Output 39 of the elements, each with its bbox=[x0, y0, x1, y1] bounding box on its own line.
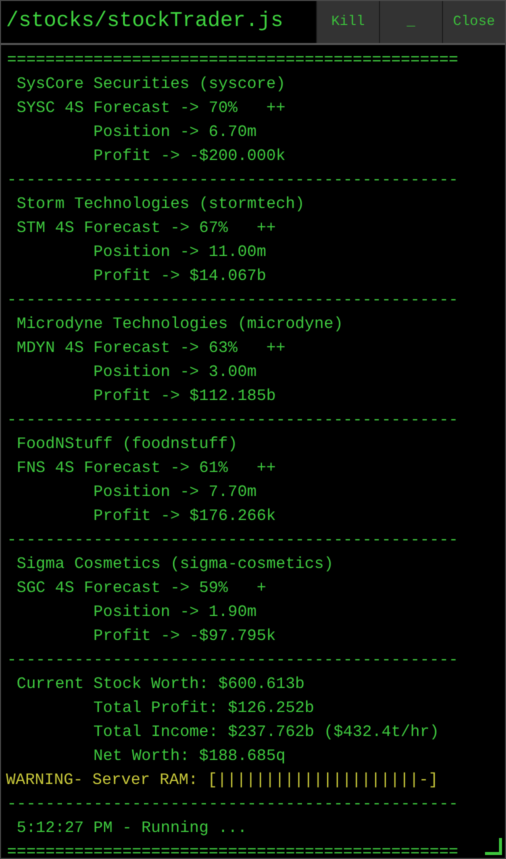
log-line: Profit -> -$200.000k bbox=[92, 146, 286, 167]
divider-line: ----------------------------------------------- bbox=[6, 530, 458, 551]
log-line: FNS 4S Forecast -> 61% ++ bbox=[16, 458, 276, 479]
window-title: /stocks/stockTrader.js bbox=[5, 9, 284, 35]
log-line: Position -> 11.00m bbox=[92, 242, 266, 263]
log-line: Total Income: $237.762b ($432.4t/hr) bbox=[92, 722, 440, 743]
minimize-button[interactable]: _ bbox=[379, 1, 442, 43]
divider-line: =============================================== bbox=[6, 842, 458, 859]
log-line: Storm Technologies (stormtech) bbox=[16, 194, 305, 215]
log-line: Current Stock Worth: $600.613b bbox=[16, 674, 305, 695]
log-line: MDYN 4S Forecast -> 63% ++ bbox=[16, 338, 286, 359]
log-line: 5:12:27 PM - Running ... bbox=[16, 818, 248, 839]
log-line: Microdyne Technologies (microdyne) bbox=[16, 314, 344, 335]
kill-button[interactable]: Kill bbox=[316, 1, 379, 43]
resize-handle[interactable] bbox=[485, 838, 502, 855]
log-line: SysCore Securities (syscore) bbox=[16, 74, 286, 95]
log-line: Profit -> $14.067b bbox=[92, 266, 266, 287]
divider-line: ----------------------------------------------- bbox=[6, 410, 458, 431]
log-line: Position -> 3.00m bbox=[92, 362, 257, 383]
divider-line: ----------------------------------------------- bbox=[6, 290, 458, 311]
divider-line: ----------------------------------------------- bbox=[6, 794, 458, 815]
log-line: Profit -> $112.185b bbox=[92, 386, 276, 407]
log-line: SGC 4S Forecast -> 59% + bbox=[16, 578, 266, 599]
divider-line: =============================================== bbox=[6, 50, 458, 71]
log-line: Position -> 6.70m bbox=[92, 122, 257, 143]
close-button[interactable]: Close bbox=[442, 1, 505, 43]
log-line: Profit -> -$97.795k bbox=[92, 626, 276, 647]
log-line: Position -> 1.90m bbox=[92, 602, 257, 623]
log-line: STM 4S Forecast -> 67% ++ bbox=[16, 218, 276, 239]
divider-line: ----------------------------------------------- bbox=[6, 650, 458, 671]
log-line: Total Profit: $126.252b bbox=[92, 698, 314, 719]
log-line: Position -> 7.70m bbox=[92, 482, 257, 503]
divider-line: ----------------------------------------------- bbox=[6, 170, 458, 191]
log-line: FoodNStuff (foodnstuff) bbox=[16, 434, 238, 455]
log-line: SYSC 4S Forecast -> 70% ++ bbox=[16, 98, 286, 119]
log-line: Profit -> $176.266k bbox=[92, 506, 276, 527]
log-line: Net Worth: $188.685q bbox=[92, 746, 286, 767]
warning-line: WARNING- Server RAM: [|||||||||||||||||||||-] bbox=[5, 770, 438, 791]
log-line: Sigma Cosmetics (sigma-cosmetics) bbox=[16, 554, 334, 575]
